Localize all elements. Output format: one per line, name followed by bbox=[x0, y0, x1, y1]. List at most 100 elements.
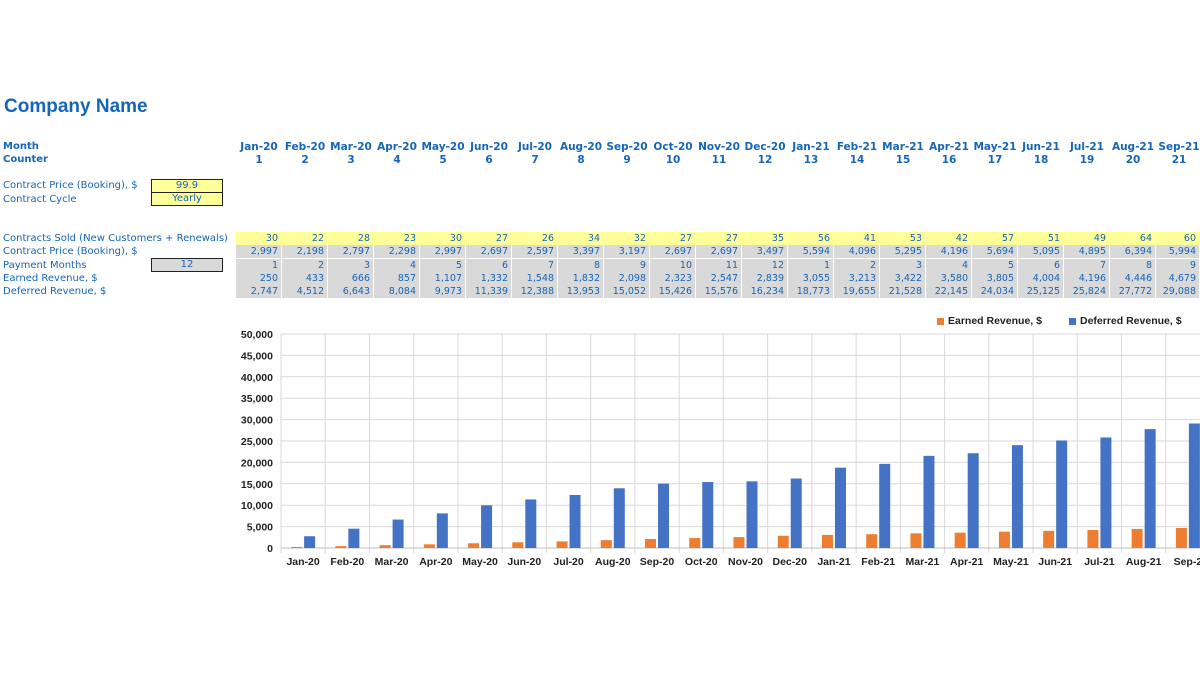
deferred-revenue-cell[interactable]: 11,339 bbox=[466, 285, 512, 298]
deferred-revenue-cell[interactable]: 16,234 bbox=[742, 285, 788, 298]
earned-revenue-cell[interactable]: 4,004 bbox=[1018, 272, 1064, 285]
deferred-revenue-cell[interactable]: 21,528 bbox=[880, 285, 926, 298]
deferred-revenue-cell[interactable]: 27,772 bbox=[1110, 285, 1156, 298]
contract-price-cell[interactable]: 2,697 bbox=[696, 245, 742, 258]
contracts-sold-cell[interactable]: 42 bbox=[926, 232, 972, 245]
earned-revenue-cell[interactable]: 3,805 bbox=[972, 272, 1018, 285]
payment-months-cell[interactable]: 1 bbox=[788, 259, 834, 272]
deferred-revenue-cell[interactable]: 29,088 bbox=[1156, 285, 1200, 298]
earned-revenue-cell[interactable]: 1,332 bbox=[466, 272, 512, 285]
earned-revenue-cell[interactable]: 2,839 bbox=[742, 272, 788, 285]
deferred-revenue-cell[interactable]: 15,576 bbox=[696, 285, 742, 298]
contracts-sold-cell[interactable]: 35 bbox=[742, 232, 788, 245]
payment-months-cell[interactable]: 10 bbox=[650, 259, 696, 272]
payment-months-cell[interactable]: 9 bbox=[1156, 259, 1200, 272]
contracts-sold-cell[interactable]: 23 bbox=[374, 232, 420, 245]
payment-months-cell[interactable]: 7 bbox=[512, 259, 558, 272]
earned-revenue-cell[interactable]: 2,098 bbox=[604, 272, 650, 285]
deferred-revenue-cell[interactable]: 4,512 bbox=[282, 285, 328, 298]
deferred-revenue-cell[interactable]: 18,773 bbox=[788, 285, 834, 298]
payment-months-cell[interactable]: 6 bbox=[1018, 259, 1064, 272]
earned-revenue-cell[interactable]: 4,446 bbox=[1110, 272, 1156, 285]
contract-price-cell[interactable]: 4,895 bbox=[1064, 245, 1110, 258]
contracts-sold-cell[interactable]: 56 bbox=[788, 232, 834, 245]
contracts-sold-cell[interactable]: 57 bbox=[972, 232, 1018, 245]
earned-revenue-cell[interactable]: 250 bbox=[236, 272, 282, 285]
deferred-revenue-cell[interactable]: 9,973 bbox=[420, 285, 466, 298]
earned-revenue-cell[interactable]: 3,580 bbox=[926, 272, 972, 285]
contract-price-cell[interactable]: 4,096 bbox=[834, 245, 880, 258]
contract-price-cell[interactable]: 5,994 bbox=[1156, 245, 1200, 258]
earned-revenue-cell[interactable]: 1,107 bbox=[420, 272, 466, 285]
contract-price-cell[interactable]: 4,196 bbox=[926, 245, 972, 258]
contracts-sold-cell[interactable]: 41 bbox=[834, 232, 880, 245]
contract-price-cell[interactable]: 5,295 bbox=[880, 245, 926, 258]
deferred-revenue-cell[interactable]: 13,953 bbox=[558, 285, 604, 298]
contracts-sold-cell[interactable]: 30 bbox=[236, 232, 282, 245]
contracts-sold-cell[interactable]: 49 bbox=[1064, 232, 1110, 245]
contracts-sold-cell[interactable]: 27 bbox=[650, 232, 696, 245]
payment-months-input[interactable]: 12 bbox=[151, 258, 223, 272]
contract-price-input[interactable]: 99.9 bbox=[151, 179, 223, 193]
contract-price-cell[interactable]: 2,997 bbox=[236, 245, 282, 258]
contract-price-cell[interactable]: 2,797 bbox=[328, 245, 374, 258]
earned-revenue-cell[interactable]: 857 bbox=[374, 272, 420, 285]
contract-price-cell[interactable]: 3,397 bbox=[558, 245, 604, 258]
contracts-sold-cell[interactable]: 64 bbox=[1110, 232, 1156, 245]
payment-months-cell[interactable]: 7 bbox=[1064, 259, 1110, 272]
contract-cycle-input[interactable]: Yearly bbox=[151, 192, 223, 206]
contract-price-cell[interactable]: 2,198 bbox=[282, 245, 328, 258]
earned-revenue-cell[interactable]: 666 bbox=[328, 272, 374, 285]
deferred-revenue-cell[interactable]: 2,747 bbox=[236, 285, 282, 298]
payment-months-cell[interactable]: 2 bbox=[834, 259, 880, 272]
earned-revenue-cell[interactable]: 3,422 bbox=[880, 272, 926, 285]
contract-price-cell[interactable]: 2,298 bbox=[374, 245, 420, 258]
contracts-sold-cell[interactable]: 51 bbox=[1018, 232, 1064, 245]
earned-revenue-cell[interactable]: 1,832 bbox=[558, 272, 604, 285]
deferred-revenue-cell[interactable]: 15,052 bbox=[604, 285, 650, 298]
contract-price-cell[interactable]: 5,095 bbox=[1018, 245, 1064, 258]
deferred-revenue-cell[interactable]: 25,125 bbox=[1018, 285, 1064, 298]
deferred-revenue-cell[interactable]: 15,426 bbox=[650, 285, 696, 298]
earned-revenue-cell[interactable]: 433 bbox=[282, 272, 328, 285]
contracts-sold-cell[interactable]: 27 bbox=[466, 232, 512, 245]
contract-price-cell[interactable]: 5,594 bbox=[788, 245, 834, 258]
contract-price-cell[interactable]: 2,997 bbox=[420, 245, 466, 258]
deferred-revenue-cell[interactable]: 25,824 bbox=[1064, 285, 1110, 298]
contract-price-cell[interactable]: 2,597 bbox=[512, 245, 558, 258]
contracts-sold-cell[interactable]: 30 bbox=[420, 232, 466, 245]
payment-months-cell[interactable]: 12 bbox=[742, 259, 788, 272]
payment-months-cell[interactable]: 3 bbox=[328, 259, 374, 272]
payment-months-cell[interactable]: 11 bbox=[696, 259, 742, 272]
contract-price-cell[interactable]: 2,697 bbox=[466, 245, 512, 258]
payment-months-cell[interactable]: 9 bbox=[604, 259, 650, 272]
payment-months-cell[interactable]: 5 bbox=[972, 259, 1018, 272]
contract-price-cell[interactable]: 3,197 bbox=[604, 245, 650, 258]
earned-revenue-cell[interactable]: 1,548 bbox=[512, 272, 558, 285]
contract-price-cell[interactable]: 6,394 bbox=[1110, 245, 1156, 258]
payment-months-cell[interactable]: 8 bbox=[1110, 259, 1156, 272]
payment-months-cell[interactable]: 1 bbox=[236, 259, 282, 272]
earned-revenue-cell[interactable]: 3,055 bbox=[788, 272, 834, 285]
payment-months-cell[interactable]: 2 bbox=[282, 259, 328, 272]
contracts-sold-cell[interactable]: 22 bbox=[282, 232, 328, 245]
contracts-sold-cell[interactable]: 32 bbox=[604, 232, 650, 245]
payment-months-cell[interactable]: 8 bbox=[558, 259, 604, 272]
contracts-sold-cell[interactable]: 28 bbox=[328, 232, 374, 245]
deferred-revenue-cell[interactable]: 24,034 bbox=[972, 285, 1018, 298]
payment-months-cell[interactable]: 5 bbox=[420, 259, 466, 272]
payment-months-cell[interactable]: 4 bbox=[374, 259, 420, 272]
earned-revenue-cell[interactable]: 4,196 bbox=[1064, 272, 1110, 285]
contracts-sold-cell[interactable]: 27 bbox=[696, 232, 742, 245]
deferred-revenue-cell[interactable]: 6,643 bbox=[328, 285, 374, 298]
earned-revenue-cell[interactable]: 3,213 bbox=[834, 272, 880, 285]
deferred-revenue-cell[interactable]: 8,084 bbox=[374, 285, 420, 298]
contracts-sold-cell[interactable]: 53 bbox=[880, 232, 926, 245]
contract-price-cell[interactable]: 5,694 bbox=[972, 245, 1018, 258]
payment-months-cell[interactable]: 6 bbox=[466, 259, 512, 272]
deferred-revenue-cell[interactable]: 12,388 bbox=[512, 285, 558, 298]
deferred-revenue-cell[interactable]: 19,655 bbox=[834, 285, 880, 298]
contract-price-cell[interactable]: 3,497 bbox=[742, 245, 788, 258]
earned-revenue-cell[interactable]: 4,679 bbox=[1156, 272, 1200, 285]
contracts-sold-cell[interactable]: 34 bbox=[558, 232, 604, 245]
